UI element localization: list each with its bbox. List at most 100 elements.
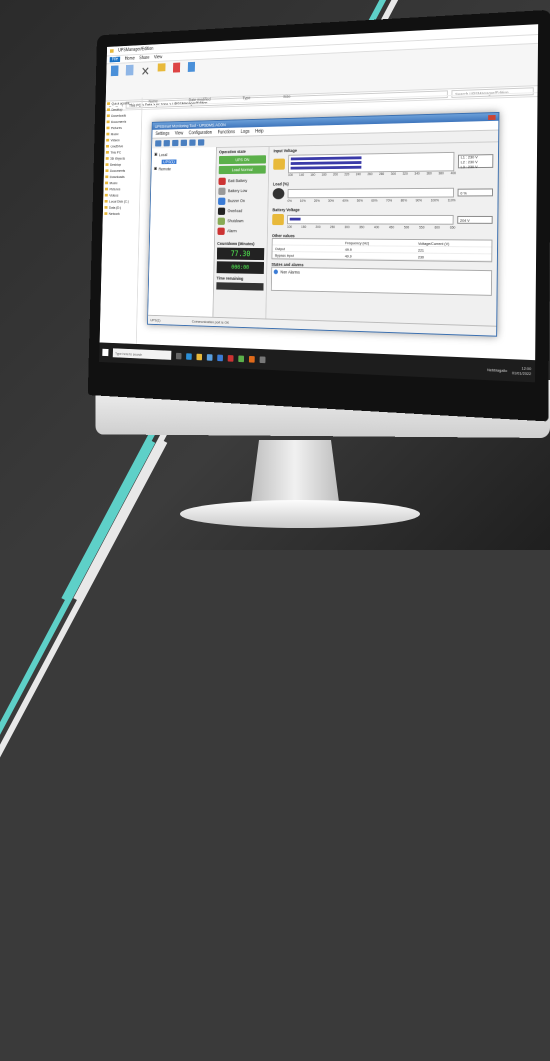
toolbar-connect-icon[interactable] — [155, 140, 162, 147]
battery-voltage-meter: Battery Voltage 204 V 100 150 200 250 300 350… — [272, 207, 493, 230]
copy-icon[interactable] — [125, 64, 134, 76]
ribbon-open-group[interactable] — [172, 62, 180, 97]
battery-low-label: Battery Low — [227, 188, 248, 194]
tick-label: 320 — [402, 171, 408, 176]
tick-label: 650 — [449, 225, 456, 230]
tick-label: 400 — [450, 171, 457, 176]
tick-label: 0% — [287, 199, 292, 203]
app-icon[interactable] — [259, 355, 266, 363]
tick-label: 380 — [438, 171, 444, 176]
close-icon[interactable] — [488, 114, 496, 120]
taskbar-search[interactable]: Type here to search — [112, 348, 172, 360]
tick-label: 260 — [367, 172, 373, 177]
table-cell: Output — [274, 245, 286, 251]
pin-icon[interactable] — [110, 65, 119, 77]
load-normal-status: Load Normal — [218, 165, 266, 175]
window-controls[interactable] — [488, 114, 496, 120]
menu-configuration[interactable]: Configuration — [189, 130, 213, 136]
menu-help[interactable]: Help — [255, 128, 264, 134]
tree-item-remote[interactable]: ▣ Remote — [154, 164, 214, 172]
nav-item-label: Network — [108, 211, 120, 216]
toolbar-settings-icon[interactable] — [172, 139, 179, 147]
tick-label: 350 — [359, 225, 365, 230]
tick-label: 300 — [390, 171, 396, 176]
tick-label: 20% — [313, 199, 320, 203]
network-icon: ▣ — [153, 166, 158, 171]
menu-settings[interactable]: Settings — [155, 131, 169, 137]
weather-text[interactable]: Nebbiagallo — [487, 367, 507, 373]
taskview-icon[interactable] — [175, 352, 182, 359]
tab-view[interactable]: View — [154, 55, 162, 61]
ribbon-delete-group[interactable]: ✕ — [140, 64, 150, 98]
countdown-display: 77.30 — [216, 247, 265, 261]
menu-logs[interactable]: Logs — [241, 129, 250, 135]
operation-panel: Operation state UPS ON Load Normal Batt … — [213, 145, 270, 320]
store-icon[interactable] — [206, 353, 213, 361]
battery-control-label: Batt Battery — [228, 178, 248, 184]
toolbar-refresh-icon[interactable] — [163, 140, 170, 147]
folder-icon — [104, 193, 108, 197]
load-track — [287, 187, 454, 199]
start-icon[interactable] — [102, 348, 109, 357]
menu-view[interactable]: View — [175, 130, 183, 136]
toolbar-log-icon[interactable] — [180, 139, 188, 147]
menu-functions[interactable]: Functions — [218, 129, 235, 135]
column-date[interactable]: Date modified — [189, 97, 211, 102]
explorer-icon[interactable] — [196, 353, 203, 360]
toolbar-help-icon[interactable] — [197, 139, 205, 146]
status-device: UPS(1) — [150, 317, 161, 323]
ribbon-organize-group[interactable] — [125, 64, 134, 98]
column-type[interactable]: Type — [243, 95, 251, 100]
alarm-message: Non Alarms — [280, 269, 300, 275]
mail-icon[interactable] — [217, 354, 223, 361]
new-folder-icon[interactable] — [157, 63, 166, 72]
tab-home[interactable]: Home — [125, 56, 135, 62]
nav-item-label: Pictures — [109, 186, 121, 192]
table-cell: Bypass input — [274, 252, 295, 258]
table-row: Bypass input 49.9 230 — [272, 251, 492, 262]
ribbon-select-group[interactable] — [187, 61, 195, 96]
folder-icon — [106, 138, 110, 142]
app-icon[interactable] — [248, 355, 255, 363]
app-icon[interactable] — [238, 355, 245, 362]
time-remaining-label: Time remaining — [216, 275, 244, 281]
tick-label: 70% — [385, 198, 393, 203]
app-icon[interactable] — [227, 354, 234, 362]
shutdown-control[interactable]: Shutdown — [217, 216, 265, 226]
folder-icon — [105, 151, 109, 154]
nav-item-label: Documents — [111, 119, 127, 124]
nav-item-label: Desktop — [110, 162, 122, 167]
nav-item-label: Documents — [109, 168, 126, 173]
edge-icon[interactable] — [186, 352, 192, 360]
folder-icon — [105, 169, 109, 173]
folder-icon — [104, 206, 108, 209]
overload-icon — [217, 207, 226, 215]
ribbon-clipboard-group[interactable] — [110, 65, 119, 98]
properties-icon[interactable] — [172, 62, 180, 73]
tab-share[interactable]: Share — [139, 55, 149, 61]
tab-file[interactable]: File — [109, 56, 121, 63]
battery-control[interactable]: Batt Battery — [218, 175, 265, 186]
tick-label: 30% — [328, 198, 335, 203]
load-title: Load (%) — [272, 181, 289, 187]
column-name[interactable]: Name — [148, 99, 157, 104]
tick-label: 600 — [434, 225, 440, 230]
column-size[interactable]: Size — [283, 94, 290, 99]
delete-icon[interactable]: ✕ — [141, 64, 150, 79]
overload-control[interactable]: Overload — [217, 206, 265, 216]
tick-label: 140 — [299, 173, 305, 177]
clock[interactable]: 12:00 01/01/2022 — [512, 365, 531, 376]
nav-item[interactable]: Network — [104, 210, 137, 216]
nav-item-label: Desktop — [111, 107, 123, 112]
alarm-control[interactable]: Alarm — [217, 226, 264, 236]
buzzer-control[interactable]: Buzzer On — [218, 196, 265, 206]
toolbar-chart-icon[interactable] — [189, 139, 196, 146]
select-all-icon[interactable] — [187, 61, 195, 72]
tree-selected-label: UPS(1) — [161, 159, 177, 164]
ups-body: ▣ Local UPS(1) ▣ Remote Operation state UP… — [148, 141, 498, 326]
ribbon-new-group[interactable] — [157, 63, 166, 97]
window-title: UPSManager/Edition — [118, 46, 154, 54]
input-voltage-track — [288, 151, 455, 174]
shutdown-label: Shutdown — [227, 218, 244, 224]
battery-low-control[interactable]: Battery Low — [218, 185, 265, 195]
